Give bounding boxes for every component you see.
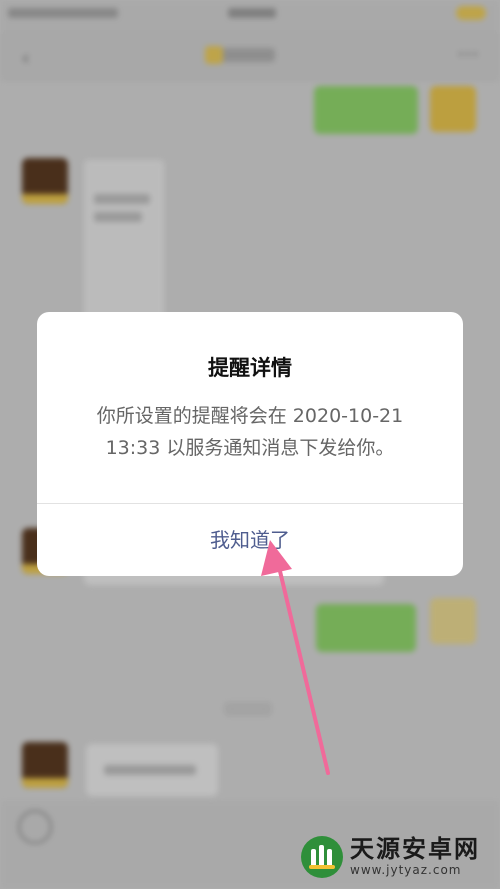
- dialog-title: 提醒详情: [208, 356, 292, 380]
- watermark: 天源安卓网 www.jytyaz.com: [300, 835, 480, 879]
- dialog-message: 你所设置的提醒将会在 2020-10-21 13:33 以服务通知消息下发给你。: [67, 400, 433, 464]
- reminder-dialog: 提醒详情 你所设置的提醒将会在 2020-10-21 13:33 以服务通知消息…: [37, 312, 463, 576]
- watermark-logo: [301, 836, 343, 878]
- got-it-button[interactable]: 我知道了: [37, 504, 463, 576]
- dialog-message-line: 13:33 以服务通知消息下发给你。: [105, 437, 395, 459]
- watermark-url: www.jytyaz.com: [350, 863, 462, 877]
- dialog-message-line: 你所设置的提醒将会在 2020-10-21: [96, 405, 404, 427]
- watermark-name: 天源安卓网: [350, 835, 480, 863]
